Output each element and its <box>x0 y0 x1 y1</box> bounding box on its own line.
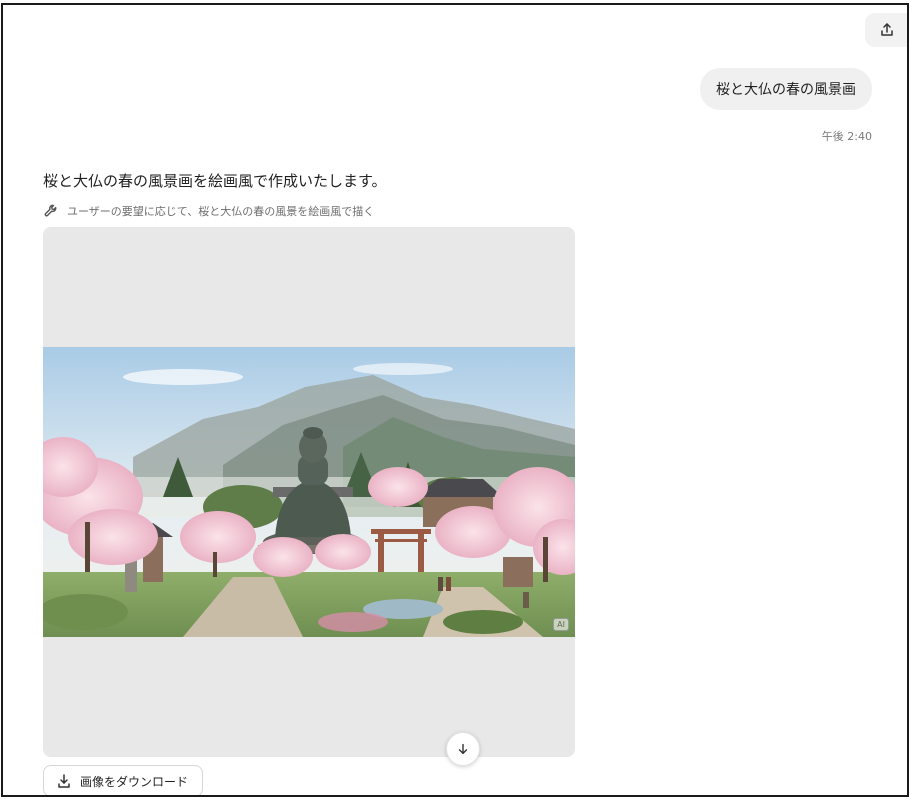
tool-call-description: ユーザーの要望に応じて、桜と大仏の春の風景を絵画風で描く <box>67 205 375 218</box>
user-message-text: 桜と大仏の春の風景画 <box>716 82 856 98</box>
tool-call-line: ユーザーの要望に応じて、桜と大仏の春の風景を絵画風で描く <box>43 202 374 220</box>
generated-image-card[interactable]: AI <box>43 227 575 757</box>
wrench-icon <box>44 204 57 217</box>
assistant-reply: 桜と大仏の春の風景画を絵画風で作成いたします。 <box>43 172 387 190</box>
share-button[interactable] <box>865 13 907 47</box>
download-image-label: 画像をダウンロード <box>80 774 189 789</box>
scroll-to-bottom-button[interactable] <box>446 732 480 766</box>
user-message-bubble: 桜と大仏の春の風景画 <box>700 68 872 110</box>
share-upload-icon <box>881 23 893 36</box>
download-icon <box>58 774 70 788</box>
ai-generated-badge: AI <box>553 618 569 631</box>
download-image-button[interactable]: 画像をダウンロード <box>43 765 204 795</box>
chat-window: 桜と大仏の春の風景画 午後 2:40 桜と大仏の春の風景画を絵画風で作成いたしま… <box>1 3 909 797</box>
arrow-down-icon <box>458 743 468 755</box>
generated-painting <box>43 347 575 637</box>
message-timestamp: 午後 2:40 <box>821 130 872 143</box>
